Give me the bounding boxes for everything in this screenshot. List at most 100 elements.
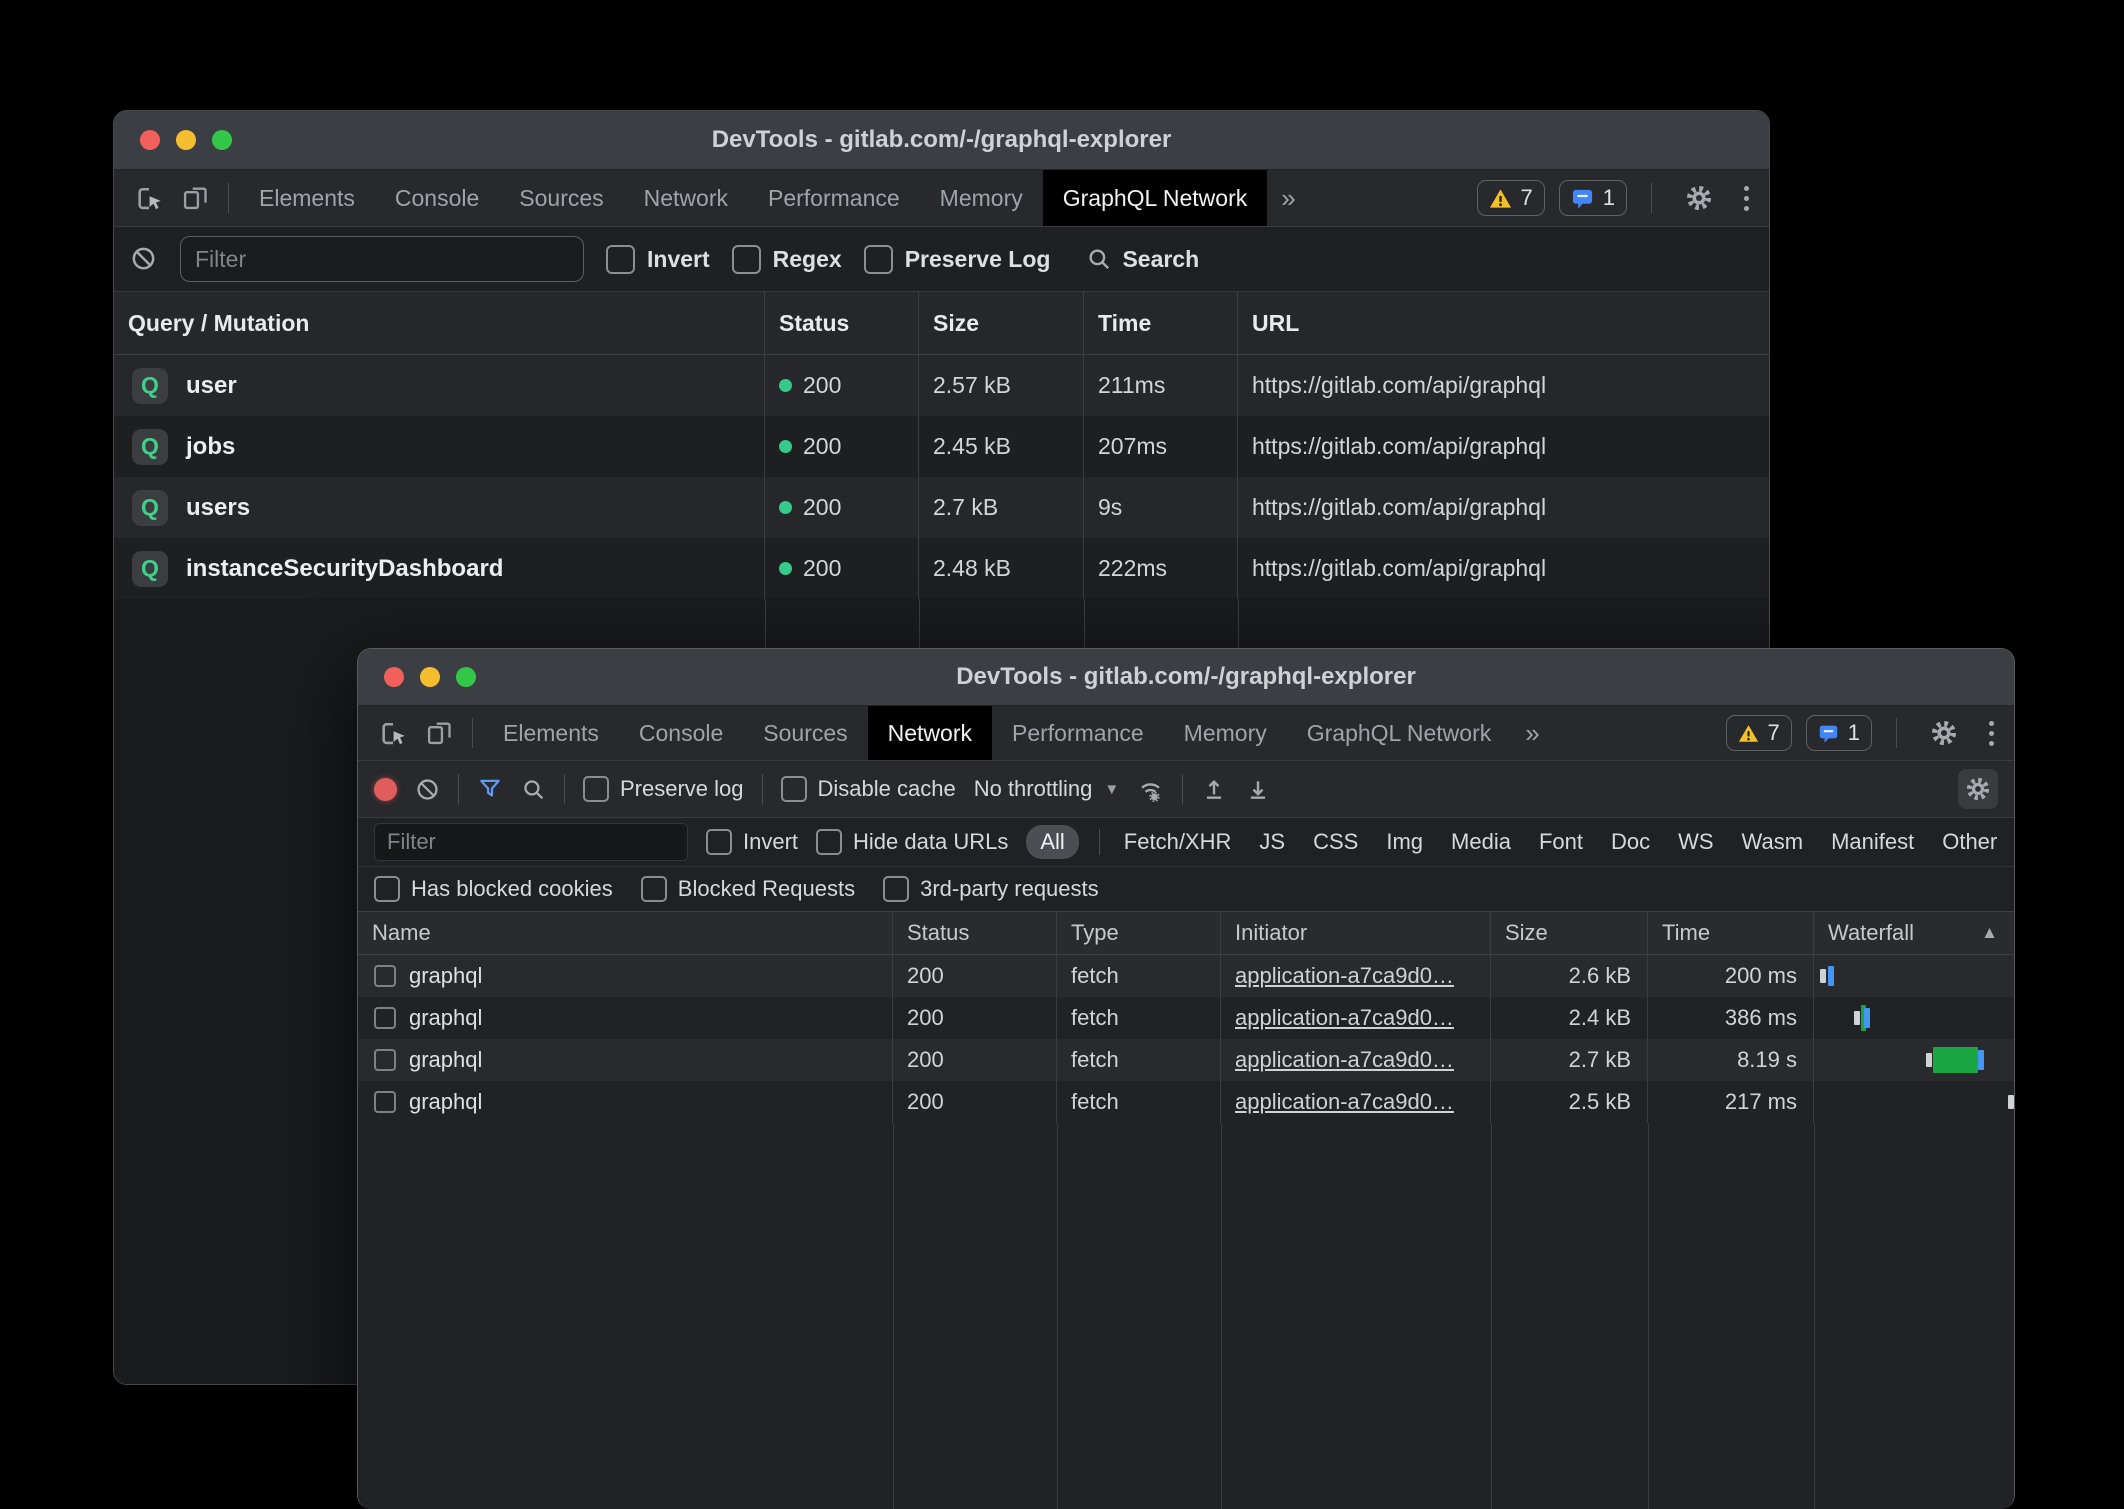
col-initiator[interactable]: Initiator	[1221, 912, 1491, 954]
table-row[interactable]: Quser 200 2.57 kB 211ms https://gitlab.c…	[114, 355, 1769, 416]
table-row[interactable]: graphql 200 fetch application-a7ca9d0… 2…	[358, 1039, 2014, 1081]
type-filter-all[interactable]: All	[1026, 825, 1078, 859]
record-button[interactable]	[374, 778, 397, 801]
more-tabs-icon[interactable]: »	[1267, 170, 1309, 226]
type-filter-img[interactable]: Img	[1382, 825, 1427, 859]
has-blocked-cookies-checkbox[interactable]: Has blocked cookies	[374, 876, 613, 902]
row-checkbox[interactable]	[374, 1091, 396, 1113]
type-filter-manifest[interactable]: Manifest	[1827, 825, 1918, 859]
zoom-button[interactable]	[456, 667, 476, 687]
initiator-link[interactable]: application-a7ca9d0…	[1235, 963, 1454, 989]
tab-performance[interactable]: Performance	[748, 170, 920, 226]
export-har-icon[interactable]	[1245, 776, 1271, 802]
col-waterfall[interactable]: Waterfall▲	[1814, 912, 2014, 954]
search-button[interactable]: Search	[1086, 246, 1199, 273]
initiator-link[interactable]: application-a7ca9d0…	[1235, 1047, 1454, 1073]
settings-gear-icon[interactable]	[1684, 183, 1714, 213]
network-conditions-icon[interactable]	[1137, 776, 1164, 803]
warnings-badge[interactable]: 7	[1726, 715, 1792, 751]
tab-memory[interactable]: Memory	[1164, 706, 1287, 760]
regex-checkbox[interactable]: Regex	[732, 245, 842, 274]
row-checkbox[interactable]	[374, 1049, 396, 1071]
hide-data-urls-checkbox[interactable]: Hide data URLs	[816, 829, 1008, 855]
type-filter-ws[interactable]: WS	[1674, 825, 1717, 859]
more-options-icon[interactable]	[1736, 186, 1757, 211]
col-query-mutation[interactable]: Query / Mutation	[114, 292, 765, 354]
tab-graphql-network[interactable]: GraphQL Network	[1043, 170, 1268, 226]
disable-cache-checkbox[interactable]: Disable cache	[781, 776, 956, 802]
network-settings-button[interactable]	[1958, 769, 1998, 809]
table-row[interactable]: graphql 200 fetch application-a7ca9d0… 2…	[358, 1081, 2014, 1123]
col-time[interactable]: Time	[1648, 912, 1814, 954]
third-party-requests-checkbox[interactable]: 3rd-party requests	[883, 876, 1099, 902]
initiator-link[interactable]: application-a7ca9d0…	[1235, 1005, 1454, 1031]
minimize-button[interactable]	[420, 667, 440, 687]
table-row[interactable]: graphql 200 fetch application-a7ca9d0… 2…	[358, 955, 2014, 997]
tab-console[interactable]: Console	[619, 706, 743, 760]
col-status[interactable]: Status	[765, 292, 919, 354]
tab-console[interactable]: Console	[375, 170, 499, 226]
import-har-icon[interactable]	[1201, 776, 1227, 802]
settings-gear-icon[interactable]	[1929, 718, 1959, 748]
col-url[interactable]: URL	[1238, 292, 1769, 354]
col-time[interactable]: Time	[1084, 292, 1238, 354]
more-tabs-icon[interactable]: »	[1511, 706, 1553, 760]
type-filter-fetch-xhr[interactable]: Fetch/XHR	[1120, 825, 1236, 859]
close-button[interactable]	[384, 667, 404, 687]
table-row[interactable]: graphql 200 fetch application-a7ca9d0… 2…	[358, 997, 2014, 1039]
tab-network[interactable]: Network	[624, 170, 748, 226]
initiator-link[interactable]: application-a7ca9d0…	[1235, 1089, 1454, 1115]
row-checkbox[interactable]	[374, 965, 396, 987]
blocked-requests-checkbox[interactable]: Blocked Requests	[641, 876, 855, 902]
row-checkbox[interactable]	[374, 1007, 396, 1029]
title-bar: DevTools - gitlab.com/-/graphql-explorer	[358, 649, 2014, 706]
table-row[interactable]: QinstanceSecurityDashboard 200 2.48 kB 2…	[114, 538, 1769, 599]
issues-badge[interactable]: 1	[1806, 715, 1872, 751]
devtools-tab-bar: Elements Console Sources Network Perform…	[114, 170, 1769, 227]
col-type[interactable]: Type	[1057, 912, 1221, 954]
tab-sources[interactable]: Sources	[499, 170, 623, 226]
tab-memory[interactable]: Memory	[920, 170, 1043, 226]
throttling-dropdown[interactable]: No throttling▼	[974, 776, 1119, 802]
graphql-filter-bar: Invert Regex Preserve Log Search	[114, 227, 1769, 292]
tab-graphql-network[interactable]: GraphQL Network	[1287, 706, 1512, 760]
table-row[interactable]: Qjobs 200 2.45 kB 207ms https://gitlab.c…	[114, 416, 1769, 477]
close-button[interactable]	[140, 130, 160, 150]
filter-input[interactable]	[180, 236, 584, 282]
type-filter-css[interactable]: CSS	[1309, 825, 1362, 859]
tab-elements[interactable]: Elements	[483, 706, 619, 760]
type-filter-js[interactable]: JS	[1255, 825, 1289, 859]
zoom-button[interactable]	[212, 130, 232, 150]
device-toolbar-icon[interactable]	[180, 183, 210, 213]
tab-sources[interactable]: Sources	[743, 706, 867, 760]
preserve-log-checkbox[interactable]: Preserve log	[583, 776, 744, 802]
type-filter-font[interactable]: Font	[1535, 825, 1587, 859]
tab-network[interactable]: Network	[868, 706, 992, 760]
invert-checkbox[interactable]: Invert	[606, 245, 710, 274]
col-size[interactable]: Size	[919, 292, 1084, 354]
minimize-button[interactable]	[176, 130, 196, 150]
table-row[interactable]: Qusers 200 2.7 kB 9s https://gitlab.com/…	[114, 477, 1769, 538]
col-size[interactable]: Size	[1491, 912, 1648, 954]
clear-icon[interactable]	[415, 777, 440, 802]
search-icon[interactable]	[521, 777, 546, 802]
tab-elements[interactable]: Elements	[239, 170, 375, 226]
type-filter-wasm[interactable]: Wasm	[1738, 825, 1808, 859]
tab-performance[interactable]: Performance	[992, 706, 1164, 760]
preserve-log-checkbox[interactable]: Preserve Log	[864, 245, 1051, 274]
col-name[interactable]: Name	[358, 912, 893, 954]
more-options-icon[interactable]	[1981, 721, 2002, 746]
type-filter-other[interactable]: Other	[1938, 825, 2001, 859]
type-filter-media[interactable]: Media	[1447, 825, 1515, 859]
col-status[interactable]: Status	[893, 912, 1057, 954]
clear-icon[interactable]	[130, 245, 158, 273]
issues-badge[interactable]: 1	[1559, 180, 1627, 216]
inspect-element-icon[interactable]	[134, 183, 164, 213]
warnings-badge[interactable]: 7	[1477, 180, 1545, 216]
filter-funnel-icon[interactable]	[477, 776, 503, 802]
inspect-element-icon[interactable]	[378, 718, 408, 748]
type-filter-doc[interactable]: Doc	[1607, 825, 1654, 859]
device-toolbar-icon[interactable]	[424, 718, 454, 748]
filter-input[interactable]	[374, 823, 688, 861]
invert-checkbox[interactable]: Invert	[706, 829, 798, 855]
